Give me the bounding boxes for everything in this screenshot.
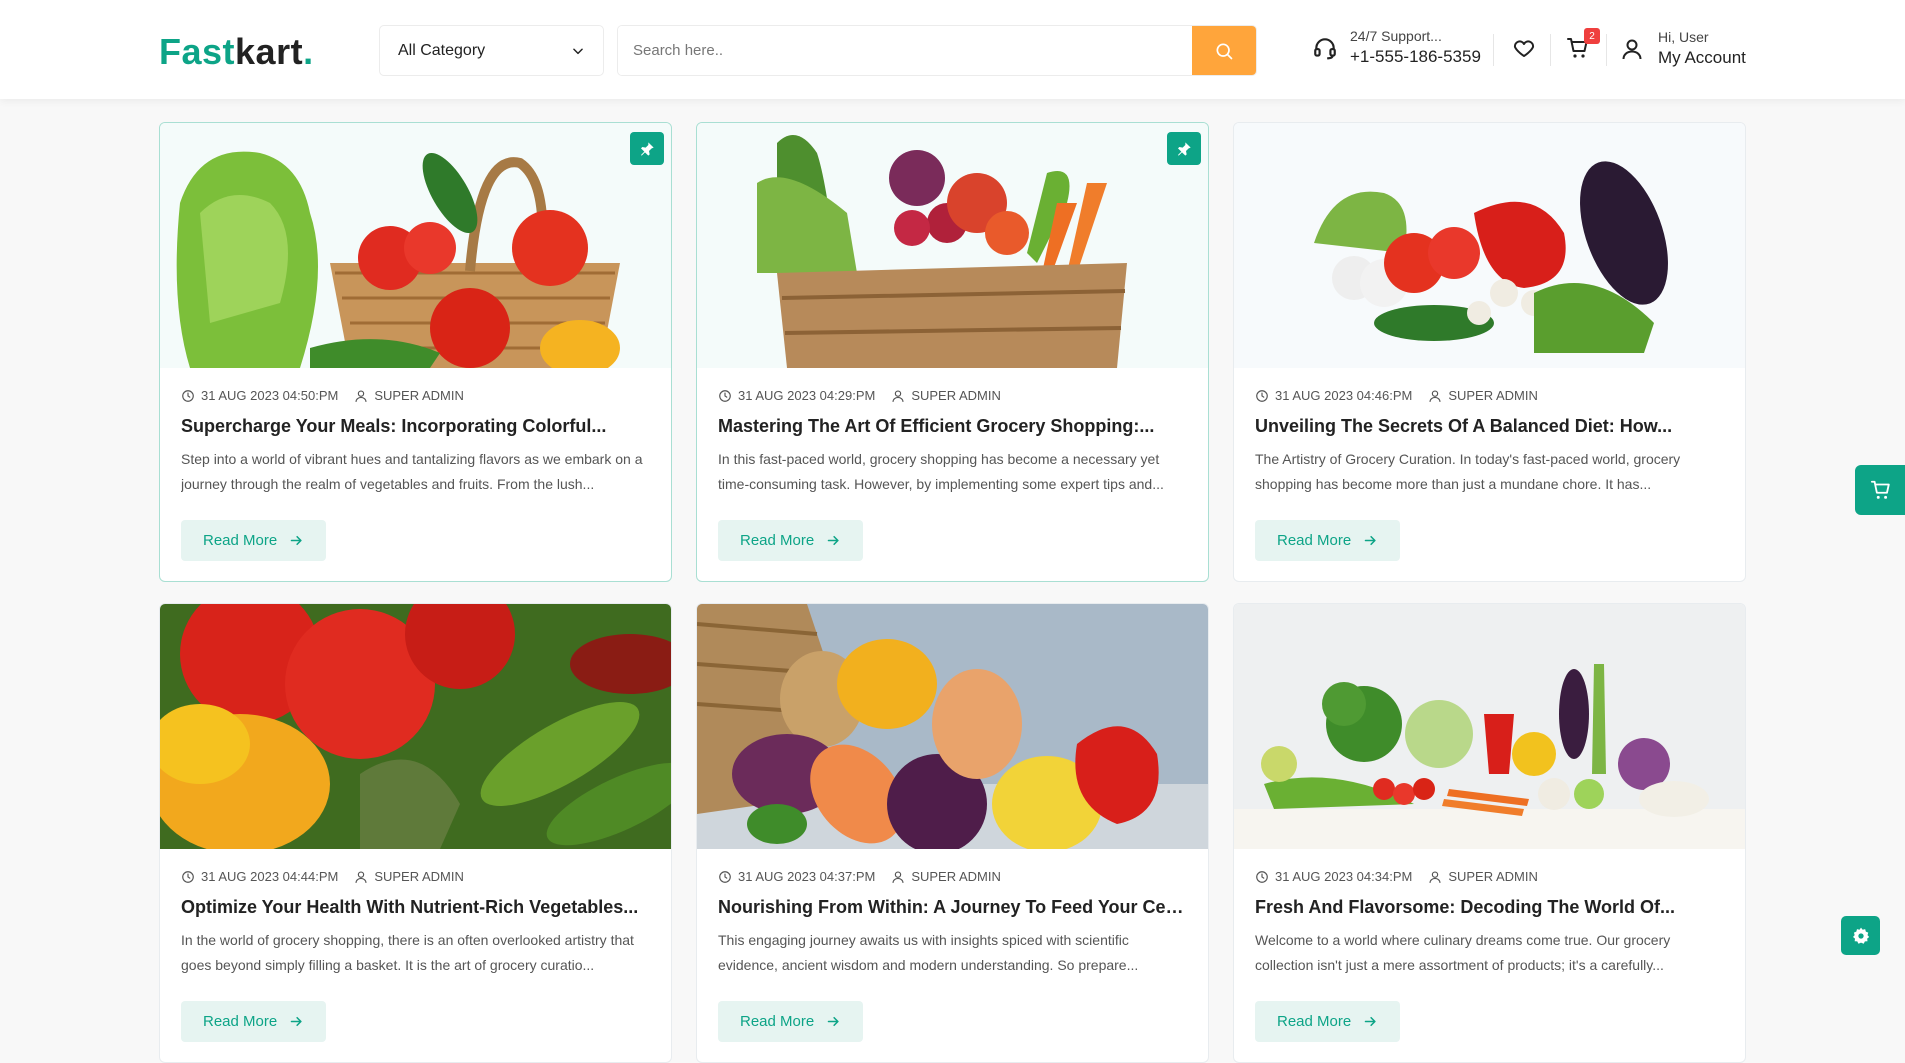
cart-count-badge: 2 [1584, 28, 1600, 44]
blog-date: 31 AUG 2023 04:50:PM [181, 388, 338, 403]
account-greeting: Hi, User [1658, 29, 1709, 45]
headset-icon [1314, 37, 1336, 59]
blog-image[interactable] [160, 604, 671, 849]
blog-meta: 31 AUG 2023 04:34:PM SUPER ADMIN [1255, 869, 1725, 884]
blog-image[interactable] [697, 604, 1208, 849]
blog-image[interactable] [1234, 123, 1745, 368]
blog-card: 31 AUG 2023 04:46:PM SUPER ADMIN Unveili… [1233, 122, 1746, 582]
blog-date: 31 AUG 2023 04:29:PM [718, 388, 875, 403]
blog-meta: 31 AUG 2023 04:44:PM SUPER ADMIN [181, 869, 651, 884]
blog-title[interactable]: Nourishing From Within: A Journey To Fee… [718, 897, 1188, 918]
search-input[interactable] [618, 26, 1194, 75]
site-header: Fastkart. All Category 24/7 Support... +… [0, 0, 1905, 99]
user-icon [1429, 389, 1441, 402]
cart-button[interactable]: 2 [1566, 28, 1600, 60]
read-more-button[interactable]: Read More [718, 520, 864, 561]
blog-card: 31 AUG 2023 04:44:PM SUPER ADMIN Optimiz… [159, 603, 672, 1063]
blog-title[interactable]: Supercharge Your Meals: Incorporating Co… [181, 416, 651, 437]
arrow-right-icon [1364, 1016, 1376, 1027]
heart-icon [1513, 40, 1535, 57]
clock-icon [719, 389, 731, 402]
blog-title[interactable]: Optimize Your Health With Nutrient-Rich … [181, 897, 651, 918]
user-icon [892, 870, 904, 883]
clock-icon [719, 870, 731, 883]
blog-excerpt: In this fast-paced world, grocery shoppi… [718, 451, 1164, 492]
user-icon [1429, 870, 1441, 883]
user-icon [355, 389, 367, 402]
blog-author: SUPER ADMIN [354, 869, 464, 884]
wishlist-button[interactable] [1512, 36, 1536, 60]
read-more-button[interactable]: Read More [1255, 520, 1401, 561]
blog-title[interactable]: Fresh And Flavorsome: Decoding The World… [1255, 897, 1725, 918]
read-more-button[interactable]: Read More [718, 1001, 864, 1042]
search-icon [1216, 43, 1233, 59]
gear-icon [1852, 927, 1869, 944]
blog-date: 31 AUG 2023 04:34:PM [1255, 869, 1412, 884]
arrow-right-icon [827, 1016, 839, 1027]
blog-card: 31 AUG 2023 04:29:PM SUPER ADMIN Masteri… [696, 122, 1209, 582]
arrow-right-icon [290, 535, 302, 546]
support-label: 24/7 Support... [1350, 28, 1442, 44]
blog-image[interactable] [697, 123, 1208, 368]
user-icon [892, 389, 904, 402]
pin-icon [1167, 132, 1201, 165]
blog-card: 31 AUG 2023 04:50:PM SUPER ADMIN Superch… [159, 122, 672, 582]
arrow-right-icon [827, 535, 839, 546]
blog-image[interactable] [1234, 604, 1745, 849]
blog-meta: 31 AUG 2023 04:37:PM SUPER ADMIN [718, 869, 1188, 884]
clock-icon [1256, 389, 1268, 402]
arrow-right-icon [1364, 535, 1376, 546]
user-icon [1622, 39, 1642, 59]
blog-meta: 31 AUG 2023 04:50:PM SUPER ADMIN [181, 388, 651, 403]
blog-excerpt: Welcome to a world where culinary dreams… [1255, 932, 1671, 973]
read-more-button[interactable]: Read More [181, 1001, 327, 1042]
blog-author: SUPER ADMIN [891, 388, 1001, 403]
read-more-button[interactable]: Read More [181, 520, 327, 561]
blog-card: 31 AUG 2023 04:37:PM SUPER ADMIN Nourish… [696, 603, 1209, 1063]
support-info: 24/7 Support... +1-555-186-5359 [1312, 28, 1481, 67]
blog-card: 31 AUG 2023 04:34:PM SUPER ADMIN Fresh A… [1233, 603, 1746, 1063]
search-bar [617, 25, 1257, 76]
logo[interactable]: Fastkart. [159, 31, 314, 73]
blog-image[interactable] [160, 123, 671, 368]
settings-button[interactable] [1841, 916, 1880, 955]
blog-excerpt: In the world of grocery shopping, there … [181, 932, 634, 973]
pin-icon [630, 132, 664, 165]
search-button[interactable] [1192, 26, 1256, 75]
header-divider [1493, 34, 1494, 66]
blog-excerpt: Step into a world of vibrant hues and ta… [181, 451, 643, 492]
blog-title[interactable]: Unveiling The Secrets Of A Balanced Diet… [1255, 416, 1725, 437]
floating-cart-button[interactable] [1855, 465, 1905, 515]
blog-meta: 31 AUG 2023 04:29:PM SUPER ADMIN [718, 388, 1188, 403]
blog-excerpt: The Artistry of Grocery Curation. In tod… [1255, 451, 1681, 492]
header-divider [1606, 34, 1607, 66]
clock-icon [1256, 870, 1268, 883]
account-menu[interactable]: Hi, User My Account [1620, 29, 1746, 68]
account-label: My Account [1658, 48, 1746, 67]
header-divider [1550, 34, 1551, 66]
blog-excerpt: This engaging journey awaits us with ins… [718, 932, 1139, 973]
category-select[interactable]: All Category [379, 25, 604, 76]
support-phone[interactable]: +1-555-186-5359 [1350, 47, 1481, 67]
clock-icon [182, 870, 194, 883]
cart-icon [1870, 480, 1890, 499]
clock-icon [182, 389, 194, 402]
category-selected-label: All Category [398, 41, 486, 59]
read-more-button[interactable]: Read More [1255, 1001, 1401, 1042]
blog-title[interactable]: Mastering The Art Of Efficient Grocery S… [718, 416, 1188, 437]
blog-author: SUPER ADMIN [891, 869, 1001, 884]
blog-date: 31 AUG 2023 04:46:PM [1255, 388, 1412, 403]
blog-date: 31 AUG 2023 04:44:PM [181, 869, 338, 884]
blog-author: SUPER ADMIN [354, 388, 464, 403]
user-icon [355, 870, 367, 883]
blog-author: SUPER ADMIN [1428, 869, 1538, 884]
blog-author: SUPER ADMIN [1428, 388, 1538, 403]
blog-meta: 31 AUG 2023 04:46:PM SUPER ADMIN [1255, 388, 1725, 403]
arrow-right-icon [290, 1016, 302, 1027]
chevron-down-icon [573, 48, 583, 54]
blog-date: 31 AUG 2023 04:37:PM [718, 869, 875, 884]
